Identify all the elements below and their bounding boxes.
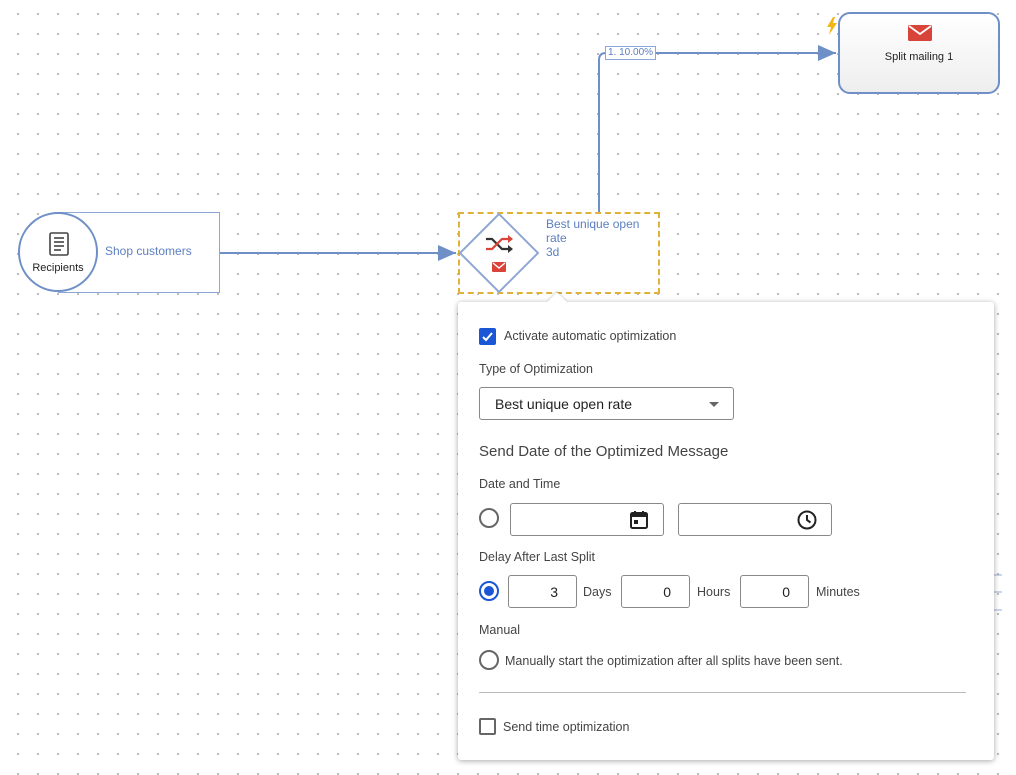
send-date-title: Send Date of the Optimized Message <box>479 443 729 460</box>
clock-icon[interactable] <box>797 510 817 530</box>
activate-optimization-checkbox[interactable] <box>479 328 496 345</box>
date-time-radio[interactable] <box>479 508 499 528</box>
connection-percentage-label[interactable]: 1. 10.00% <box>605 46 657 60</box>
optimization-settings-panel: Activate automatic optimization Type of … <box>458 292 994 760</box>
manual-label: Manual <box>479 623 520 637</box>
manual-option-label: Manually start the optimization after al… <box>505 654 843 668</box>
optimization-node[interactable] <box>459 213 539 293</box>
delay-label: Delay After Last Split <box>479 550 596 564</box>
chevron-down-icon <box>709 402 719 407</box>
checkmark-icon <box>482 332 493 342</box>
hours-label: Hours <box>697 585 731 599</box>
delay-days-input[interactable]: 3 <box>508 575 577 608</box>
days-label: Days <box>583 585 612 599</box>
lightning-icon <box>826 17 838 40</box>
optimization-node-line2: rate <box>546 231 567 245</box>
recipients-node[interactable]: Recipients <box>18 212 98 292</box>
optimization-node-line1: Best unique open <box>546 217 640 231</box>
date-time-label: Date and Time <box>479 477 561 491</box>
optimization-type-label: Type of Optimization <box>479 362 593 376</box>
optimization-type-value: Best unique open rate <box>495 396 632 412</box>
panel-divider <box>479 692 966 693</box>
send-time-optimization-label: Send time optimization <box>503 720 630 734</box>
delay-minutes-input[interactable]: 0 <box>740 575 809 608</box>
send-time-optimization-checkbox[interactable] <box>479 718 496 735</box>
delay-days-value: 3 <box>550 584 558 600</box>
delay-hours-value: 0 <box>663 584 671 600</box>
time-input[interactable] <box>678 503 832 536</box>
delay-minutes-value: 0 <box>782 584 790 600</box>
optimization-node-line3: 3d <box>546 245 560 259</box>
delay-hours-input[interactable]: 0 <box>621 575 690 608</box>
delay-radio[interactable] <box>479 581 499 601</box>
recipients-target-label: Shop customers <box>105 244 192 258</box>
activate-optimization-label: Activate automatic optimization <box>504 329 677 343</box>
calendar-icon[interactable] <box>629 510 649 530</box>
envelope-icon <box>907 24 933 47</box>
list-document-icon <box>48 232 70 261</box>
minutes-label: Minutes <box>816 585 860 599</box>
manual-radio[interactable] <box>479 650 499 670</box>
optimization-type-select[interactable]: Best unique open rate <box>479 387 734 420</box>
connector-optimization-to-split <box>598 45 836 212</box>
date-input[interactable] <box>510 503 664 536</box>
optimization-node-text: Best unique open rate 3d <box>546 217 658 259</box>
split-mailing-node[interactable]: Split mailing 1 <box>838 12 1000 94</box>
split-mailing-label: Split mailing 1 <box>884 51 954 63</box>
recipients-node-label: Recipients <box>32 262 84 274</box>
envelope-icon <box>492 262 506 272</box>
